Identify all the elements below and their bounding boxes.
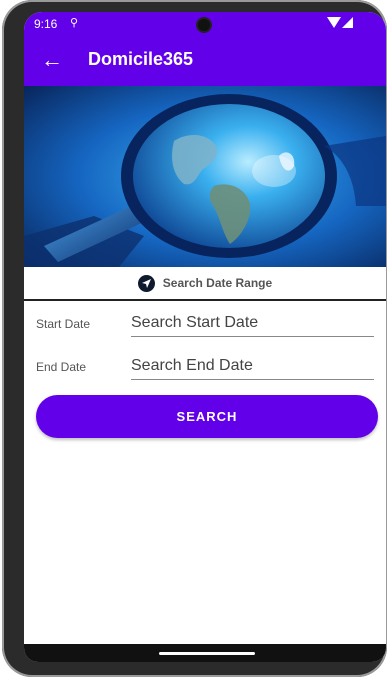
front-camera [198, 19, 210, 31]
start-date-row: Start Date [24, 302, 386, 342]
screen: 9:16 ⚲ ← Domicile365 Search Date Range S… [24, 12, 386, 662]
home-gesture-handle[interactable] [159, 652, 255, 655]
search-button[interactable]: SEARCH [36, 395, 378, 438]
signal-icon [342, 17, 353, 28]
start-date-label: Start Date [36, 317, 91, 331]
hero-image [24, 86, 386, 267]
vpn-icon: ⚲ [70, 17, 79, 29]
status-bar: 9:16 ⚲ [24, 12, 386, 36]
section-divider [24, 299, 386, 301]
phone-frame: 9:16 ⚲ ← Domicile365 Search Date Range S… [2, 0, 387, 677]
navigation-icon [137, 274, 155, 292]
back-arrow-icon[interactable]: ← [38, 47, 66, 75]
end-date-input[interactable] [131, 353, 374, 380]
app-title: Domicile365 [88, 49, 194, 69]
start-date-input[interactable] [131, 310, 374, 337]
end-date-label: End Date [36, 360, 87, 374]
status-time: 9:16 [34, 17, 58, 31]
end-date-row: End Date [24, 345, 386, 385]
section-header: Search Date Range [24, 267, 386, 299]
wifi-icon [327, 17, 341, 28]
magnifying-glass-globe-icon [24, 86, 386, 267]
app-bar: ← Domicile365 [24, 36, 386, 86]
section-title: Search Date Range [162, 276, 273, 290]
navigation-bar [24, 644, 386, 662]
